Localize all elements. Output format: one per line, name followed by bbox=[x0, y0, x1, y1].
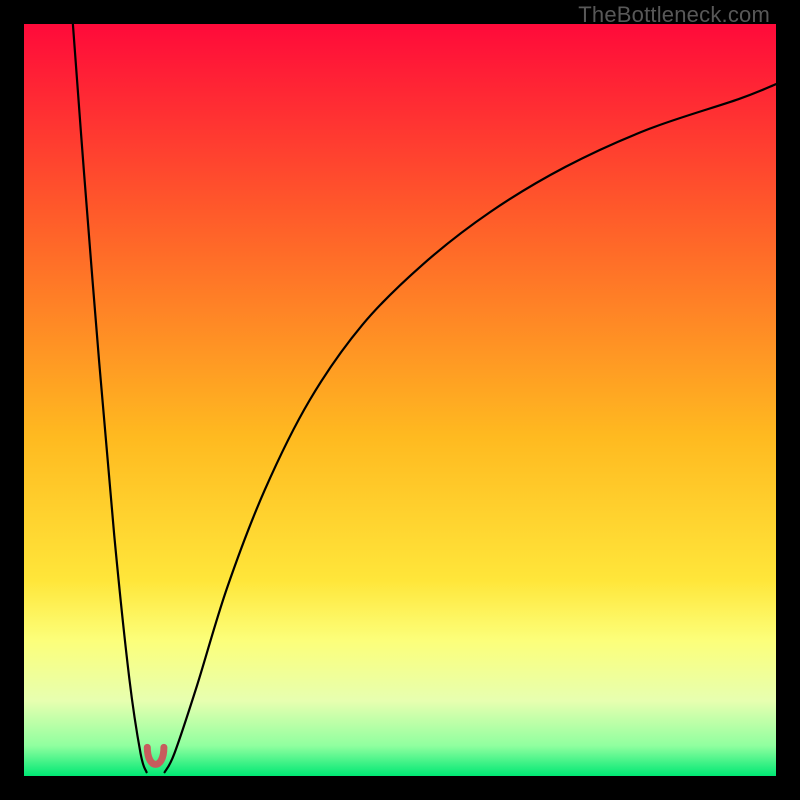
chart-frame: TheBottleneck.com bbox=[0, 0, 800, 800]
gradient-background bbox=[24, 24, 776, 776]
chart-svg bbox=[24, 24, 776, 776]
plot-area bbox=[24, 24, 776, 776]
